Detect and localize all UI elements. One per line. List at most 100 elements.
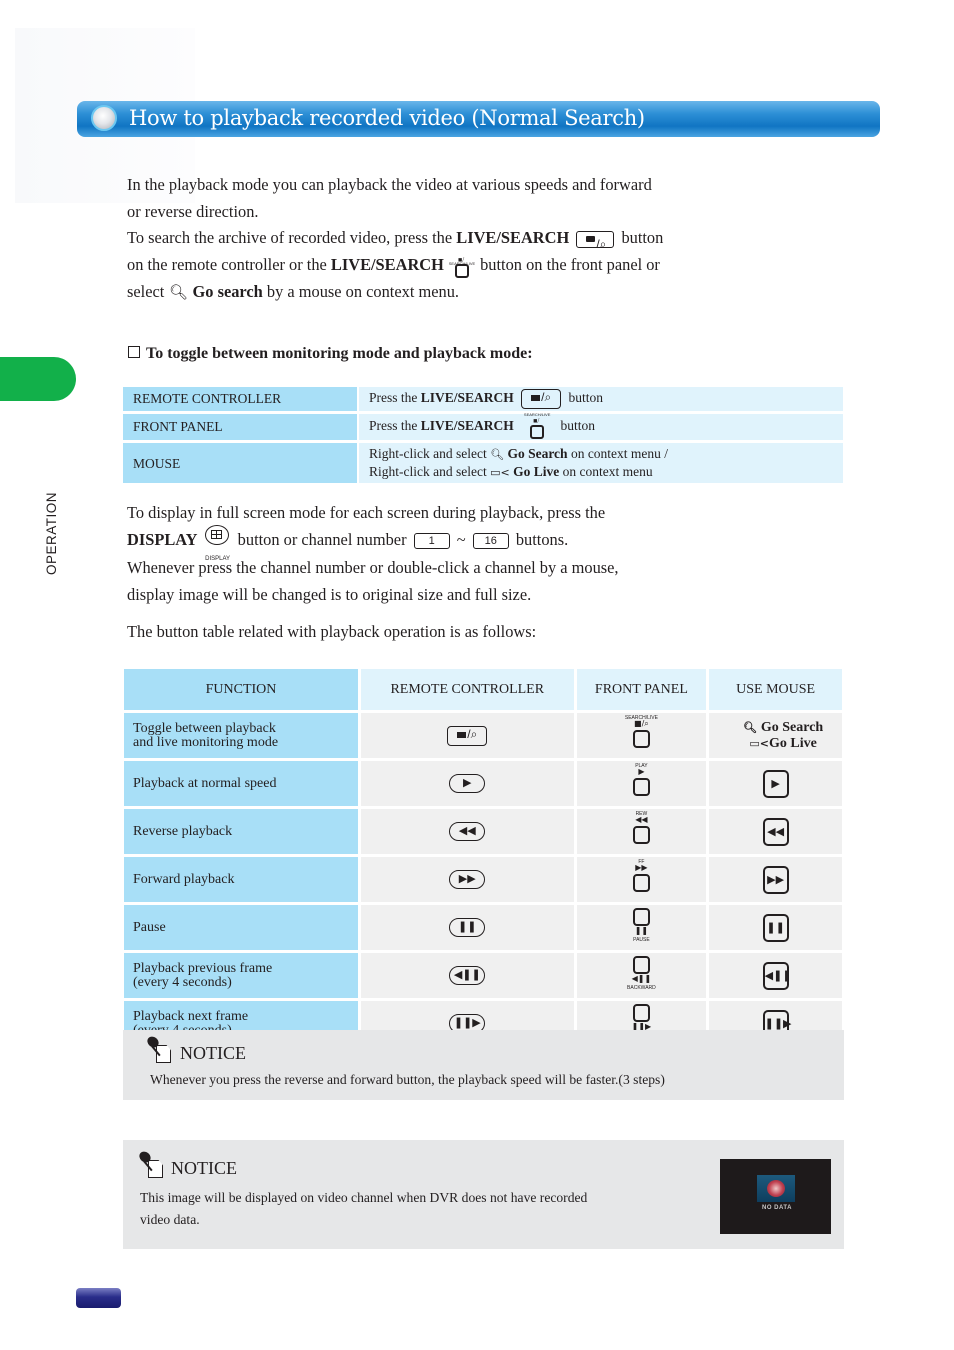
front-panel-cell: FF ▶▶ bbox=[576, 857, 707, 902]
header-function: FUNCTION bbox=[124, 669, 358, 710]
front-panel-rewind-icon: REW ◀◀ bbox=[621, 810, 661, 848]
mouse-go-search: 🔍︎ Go Search bbox=[743, 719, 824, 735]
notice-pin-icon bbox=[145, 1034, 171, 1063]
heading-text: To toggle between monitoring mode and pl… bbox=[146, 345, 533, 362]
text: button bbox=[621, 228, 664, 248]
section-title: How to playback recorded video (Normal S… bbox=[129, 106, 645, 130]
display-line: display image will be changed is to orig… bbox=[127, 584, 532, 604]
notice-body: Whenever you press the reverse and forwa… bbox=[150, 1072, 665, 1087]
display-line: To display in full screen mode for each … bbox=[127, 503, 606, 522]
row-key: FRONT PANEL bbox=[123, 414, 357, 440]
mouse-cell: ❚❚ bbox=[709, 905, 842, 950]
notice-line: This image will be displayed on video ch… bbox=[140, 1190, 588, 1205]
display-label: DISPLAY bbox=[127, 529, 198, 549]
table-row: Playback previous frame (every 4 seconds)… bbox=[124, 953, 842, 998]
front-panel-pause-icon: ❚❚ PAUSE bbox=[621, 906, 661, 944]
intro-line: or reverse direction. bbox=[127, 201, 259, 221]
function-text: Toggle between playback bbox=[133, 720, 276, 736]
no-data-image: NO DATA bbox=[720, 1159, 831, 1234]
row-key: MOUSE bbox=[123, 443, 357, 483]
table-row: MOUSE Right-click and select 🔍︎ Go Searc… bbox=[123, 443, 843, 483]
mouse-cell: ▶▶ bbox=[709, 857, 842, 902]
mouse-step-backward-icon: ◀❚❚ bbox=[762, 961, 792, 990]
text: To search the archive of recorded video,… bbox=[127, 228, 453, 248]
fp-label: BACKWARD bbox=[627, 985, 656, 991]
channel-1-icon: 1 bbox=[413, 532, 450, 549]
front-panel-search-live-icon: SEARCH/LIVE ■/ bbox=[524, 412, 550, 440]
function-text: Reverse playback bbox=[133, 823, 233, 839]
text: button bbox=[568, 390, 604, 406]
text: on the remote controller or the bbox=[127, 255, 327, 275]
function-cell: Forward playback bbox=[124, 857, 358, 902]
notice-title: NOTICE bbox=[171, 1158, 237, 1178]
table-row: Playback at normal speed ▶ PLAY ▶ ▶ bbox=[124, 761, 842, 806]
mouse-cell: ◀❚❚ bbox=[709, 953, 842, 998]
row-key: REMOTE CONTROLLER bbox=[123, 387, 357, 411]
camera-icon: ▭< bbox=[749, 736, 770, 750]
fp-label: PAUSE bbox=[633, 937, 650, 943]
front-panel-play-icon: PLAY ▶ bbox=[621, 762, 661, 800]
remote-play-icon: ▶ bbox=[449, 774, 486, 793]
bullet-orb-icon bbox=[91, 105, 117, 131]
text: Press the bbox=[369, 390, 418, 406]
text: Right-click and select bbox=[369, 446, 487, 461]
page-number-tab bbox=[76, 1288, 121, 1308]
text: button bbox=[560, 418, 596, 434]
live-search-label: LIVE/SEARCH bbox=[330, 255, 444, 275]
bold-text: LIVE/SEARCH bbox=[420, 418, 514, 434]
film-reel-icon bbox=[767, 1180, 785, 1197]
table-row: Reverse playback ◀◀ REW ◀◀ ◀◀ bbox=[124, 809, 842, 854]
display-line: The button table related with playback o… bbox=[127, 622, 537, 642]
go-search-label: Go search bbox=[192, 282, 263, 302]
search-icon: 🔍︎ bbox=[490, 448, 505, 461]
remote-cell: ◀❚❚ bbox=[361, 953, 574, 998]
mouse-play-icon: ▶ bbox=[762, 769, 789, 798]
notice-pin-icon bbox=[137, 1149, 163, 1178]
display-paragraph: To display in full screen mode for each … bbox=[127, 500, 847, 646]
table-row: Forward playback ▶▶ FF ▶▶ ▶▶ bbox=[124, 857, 842, 902]
search-icon: 🔍︎ bbox=[743, 720, 761, 734]
function-text: (every 4 seconds) bbox=[133, 974, 232, 990]
front-panel-fast-forward-icon: FF ▶▶ bbox=[621, 858, 661, 896]
mouse-rewind-icon: ◀◀ bbox=[762, 817, 789, 846]
fp-symbol: ◀◀ bbox=[635, 815, 648, 824]
mouse-cell: ◀◀ bbox=[709, 809, 842, 854]
front-panel-cell: ◀❚❚ BACKWARD bbox=[576, 953, 707, 998]
remote-rewind-icon: ◀◀ bbox=[449, 822, 486, 841]
section-title-bar: How to playback recorded video (Normal S… bbox=[77, 101, 880, 137]
function-cell: Playback at normal speed bbox=[124, 761, 358, 806]
chapter-tab bbox=[0, 357, 76, 401]
fp-symbol: ▶ bbox=[638, 767, 645, 776]
remote-live-search-icon: /⌕ bbox=[521, 389, 562, 409]
row-value: Right-click and select 🔍︎ Go Search on c… bbox=[359, 443, 843, 483]
live-search-label: LIVE/SEARCH bbox=[456, 228, 570, 248]
text: buttons. bbox=[515, 529, 569, 549]
remote-live-search-icon: /⌕ bbox=[576, 231, 615, 251]
function-text: and live monitoring mode bbox=[133, 734, 279, 750]
front-panel-cell: PLAY ▶ bbox=[576, 761, 707, 806]
text: Press the bbox=[369, 418, 418, 434]
notice-line: video data. bbox=[140, 1212, 200, 1227]
channel-16-icon: 16 bbox=[472, 532, 509, 549]
notice-box: NOTICE Whenever you press the reverse an… bbox=[123, 1030, 844, 1100]
text: on context menu bbox=[562, 464, 653, 479]
tilde: ~ bbox=[456, 529, 466, 549]
mouse-go-live: ▭<Go Live bbox=[749, 735, 817, 751]
front-panel-search-live-icon: SEARCH/LIVE ■/ bbox=[449, 253, 475, 279]
remote-step-backward-icon: ◀❚❚ bbox=[449, 966, 486, 985]
header-front-panel: FRONT PANEL bbox=[576, 669, 707, 710]
bold-text: Go Live bbox=[513, 464, 560, 479]
toggle-table: REMOTE CONTROLLER Press the LIVE/SEARCH … bbox=[121, 384, 845, 486]
magnifier-icon: 🔍︎ bbox=[168, 283, 188, 302]
intro-paragraph: In the playback mode you can playback th… bbox=[127, 172, 847, 306]
front-panel-live-search-icon: SEARCH/LIVE ■/⌕ bbox=[621, 714, 661, 752]
text: select bbox=[127, 282, 165, 302]
remote-cell: ❚❚ bbox=[361, 905, 574, 950]
function-text: Playback previous frame bbox=[133, 960, 273, 976]
text: Right-click and select bbox=[369, 464, 487, 479]
fp-symbol: ▶▶ bbox=[635, 863, 648, 872]
remote-live-search-icon: /⌕ bbox=[447, 725, 488, 746]
side-chapter-label: OPERATION bbox=[44, 491, 59, 575]
text: button or channel number bbox=[237, 529, 407, 549]
table-header-row: FUNCTION REMOTE CONTROLLER FRONT PANEL U… bbox=[124, 669, 842, 710]
